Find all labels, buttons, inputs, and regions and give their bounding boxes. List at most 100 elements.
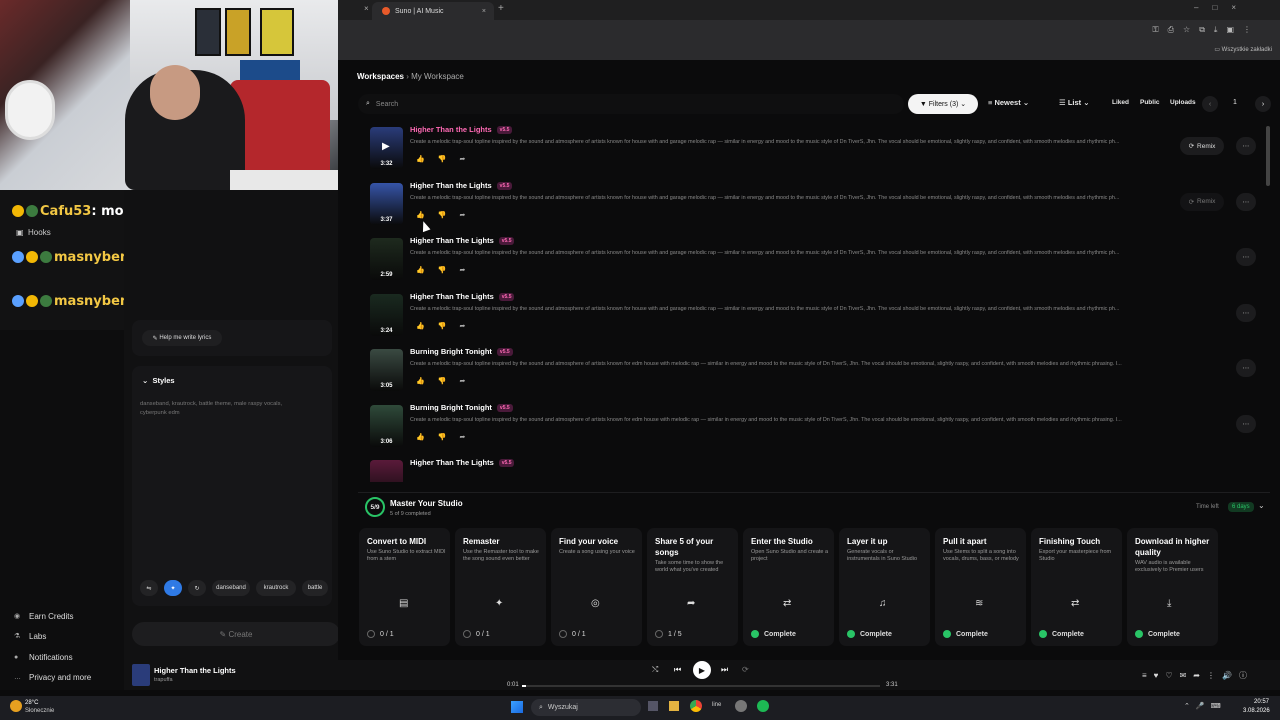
view-dropdown[interactable]: ☰ List ⌄ <box>1059 98 1090 107</box>
next-icon[interactable]: ⏭ <box>721 665 728 675</box>
remix-button[interactable]: ⟳ Remix <box>1180 192 1224 211</box>
date[interactable]: 3.08.2026 <box>1243 708 1270 714</box>
task-view-icon[interactable] <box>648 701 658 711</box>
sort-dropdown[interactable]: ≡ Newest ⌄ <box>988 98 1029 107</box>
song-title[interactable]: Higher Than The Lights v5.5 <box>410 236 515 245</box>
app-icon[interactable]: line <box>712 702 721 708</box>
song-cover[interactable]: 3:06 <box>370 404 403 447</box>
hooks-item[interactable]: ▣ Hooks <box>16 228 51 237</box>
share-icon[interactable]: ➦ <box>459 266 465 274</box>
share-icon[interactable]: ➦ <box>459 211 465 219</box>
share-icon[interactable]: ➦ <box>459 155 465 163</box>
filters-button[interactable]: ▼ Filters (3) ⌄ <box>908 94 978 114</box>
style-tag[interactable]: danseband <box>212 580 250 596</box>
like-icon[interactable]: 👍 <box>416 322 425 330</box>
public-filter[interactable]: Public <box>1140 99 1160 106</box>
refresh-icon[interactable]: ↻ <box>188 580 206 596</box>
share-icon[interactable]: ➦ <box>459 377 465 385</box>
previous-icon[interactable]: ⏮ <box>674 665 681 675</box>
dislike-icon[interactable]: 👎 <box>438 266 447 274</box>
task-card[interactable]: Remaster Use the Remaster tool to make th… <box>455 528 546 646</box>
sidebar-item-privacy[interactable]: … Privacy and more <box>14 673 91 682</box>
share-icon[interactable]: ➦ <box>459 433 465 441</box>
song-row[interactable]: 3:24 Higher Than The Lights v5.5 Create a m… <box>358 290 1272 342</box>
browser-toolbar-icons[interactable]: ⚿⎙☆⧉⤓▣⋮ <box>1153 25 1260 35</box>
more-options-button[interactable]: ⋯ <box>1236 248 1256 266</box>
repeat-icon[interactable]: ⟳ <box>742 665 749 674</box>
song-title[interactable]: Higher Than The Lights v5.5 <box>410 458 515 467</box>
song-title[interactable]: Burning Bright Tonight v5.5 <box>410 403 513 412</box>
shuffle-icon[interactable]: ⇋ <box>140 580 158 596</box>
style-tag[interactable]: battle <box>302 580 328 596</box>
chrome-icon[interactable] <box>690 700 702 712</box>
more-options-button[interactable]: ⋯ <box>1236 192 1256 211</box>
task-card[interactable]: Convert to MIDI Use Suno Studio to extrac… <box>359 528 450 646</box>
player-actions[interactable]: ≡♥♡✉➦⋮🔊ⓘ <box>1142 670 1254 681</box>
more-options-button[interactable]: ⋯ <box>1236 303 1256 322</box>
create-button[interactable]: ✎ Create <box>132 622 340 646</box>
like-icon[interactable]: 👍 <box>416 155 425 163</box>
song-title[interactable]: Burning Bright Tonight v5.5 <box>410 347 513 356</box>
scrollbar[interactable] <box>1266 126 1270 186</box>
sidebar-item-labs[interactable]: ⚗ Labs <box>14 632 46 641</box>
task-card[interactable]: Find your voice Create a song using your … <box>551 528 642 646</box>
task-card[interactable]: Pull it apart Use Stems to split a song i… <box>935 528 1026 646</box>
style-tag[interactable]: krautrock <box>256 580 296 596</box>
like-icon[interactable]: 👍 <box>416 377 425 385</box>
tab-close-icon[interactable]: × <box>364 4 369 13</box>
song-cover[interactable]: 3:37 <box>370 182 403 225</box>
weather-temp[interactable]: 28°C <box>25 700 38 706</box>
share-icon[interactable]: ➦ <box>459 322 465 330</box>
remix-button[interactable]: ⟳ Remix <box>1180 137 1224 155</box>
new-tab-icon[interactable]: + <box>498 3 504 14</box>
more-options-button[interactable]: ⋯ <box>1236 137 1256 155</box>
search-input[interactable]: ⌕ Search <box>358 94 904 114</box>
dislike-icon[interactable]: 👎 <box>438 155 447 163</box>
song-title[interactable]: Higher Than the Lights v5.5 <box>410 125 513 134</box>
song-row[interactable]: 3:06 Burning Bright Tonight v5.5 Create a m… <box>358 401 1272 453</box>
song-cover[interactable]: 3:32 ▶ <box>370 127 403 169</box>
player-artwork[interactable] <box>132 664 150 686</box>
more-options-button[interactable]: ⋯ <box>1236 359 1256 377</box>
dislike-icon[interactable]: 👎 <box>438 211 447 219</box>
weather-icon[interactable] <box>10 700 22 712</box>
breadcrumb-root[interactable]: Workspaces <box>357 72 404 81</box>
song-row[interactable]: Higher Than The Lights v5.5 <box>358 456 1272 482</box>
task-card[interactable]: Layer it up Generate vocals or instrument… <box>839 528 930 646</box>
song-row[interactable]: 3:05 Burning Bright Tonight v5.5 Create a m… <box>358 345 1272 397</box>
browser-tab[interactable]: Suno | AI Music × <box>372 2 494 20</box>
sidebar-item-earn-credits[interactable]: ◉ Earn Credits <box>14 612 73 621</box>
player-title[interactable]: Higher Than the Lights <box>154 666 236 675</box>
window-controls[interactable]: –□× <box>1194 3 1250 12</box>
sidebar-item-notifications[interactable]: ● Notifications <box>14 653 73 662</box>
dislike-icon[interactable]: 👎 <box>438 322 447 330</box>
dislike-icon[interactable]: 👎 <box>438 433 447 441</box>
song-title[interactable]: Higher Than The Lights v5.5 <box>410 292 515 301</box>
more-options-button[interactable]: ⋯ <box>1236 414 1256 433</box>
play-button[interactable]: ▶ <box>693 661 711 679</box>
taskbar-search[interactable]: ⌕ Wyszukaj <box>531 699 641 716</box>
shuffle-icon[interactable]: ⤭ <box>652 665 658 675</box>
weather-desc[interactable]: Słonecznie <box>25 708 54 714</box>
like-icon[interactable]: 👍 <box>416 266 425 274</box>
song-cover[interactable]: 3:05 <box>370 349 403 391</box>
song-cover[interactable]: 3:24 <box>370 293 403 336</box>
all-bookmarks[interactable]: ▭ Wszystkie zakładki <box>1214 46 1272 53</box>
play-icon[interactable]: ▶ <box>382 141 390 152</box>
task-card[interactable]: Enter the Studio Open Suno Studio and cre… <box>743 528 834 646</box>
progress-track[interactable] <box>522 685 880 687</box>
player-artist[interactable]: trapuffa <box>154 677 173 683</box>
liked-filter[interactable]: Liked <box>1112 99 1129 106</box>
start-icon[interactable] <box>511 701 523 713</box>
studio-header[interactable]: 5/9 Master Your Studio 5 of 9 completed … <box>358 492 1270 522</box>
song-row[interactable]: 3:32 ▶ Higher Than the Lights v5.5 Create a … <box>358 123 1272 175</box>
task-card[interactable]: Download in higher quality WAV audio is a… <box>1127 528 1218 646</box>
task-card[interactable]: Share 5 of your songs Take some time to s… <box>647 528 738 646</box>
styles-label[interactable]: ⌄ Styles <box>142 376 175 385</box>
task-card[interactable]: Finishing Touch Export your masterpiece f… <box>1031 528 1122 646</box>
spotify-icon[interactable] <box>757 700 769 712</box>
like-icon[interactable]: 👍 <box>416 433 425 441</box>
address-bar[interactable]: ⚿⎙☆⧉⤓▣⋮ <box>338 20 1280 42</box>
app-icon[interactable] <box>735 700 747 712</box>
clock[interactable]: 20:57 <box>1254 699 1269 705</box>
